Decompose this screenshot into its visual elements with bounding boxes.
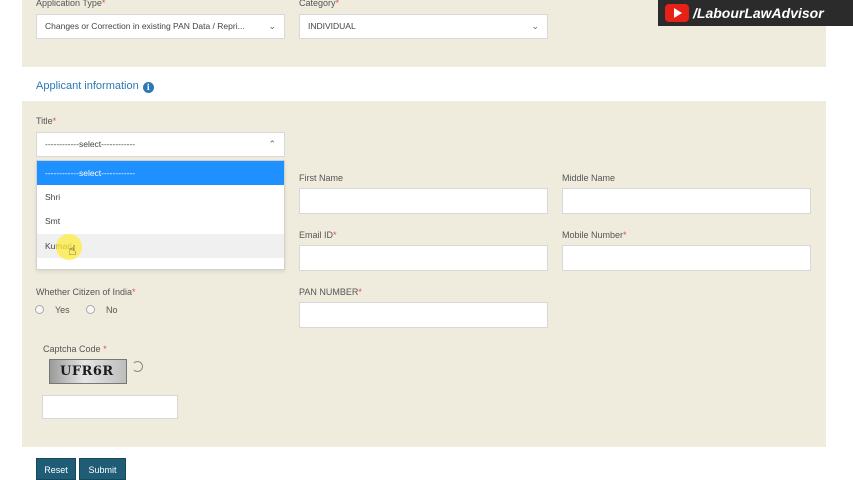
mobile-label: Mobile Number*	[562, 230, 627, 240]
captcha-label: Captcha Code *	[43, 344, 107, 354]
pan-input[interactable]	[299, 302, 548, 328]
middle-name-label: Middle Name	[562, 173, 616, 183]
first-name-label: First Name	[299, 173, 344, 183]
submit-button[interactable]: Submit	[79, 458, 126, 480]
refresh-icon[interactable]	[132, 361, 143, 372]
chevron-down-icon: ⌄	[268, 21, 276, 31]
chevron-up-icon: ⌃	[268, 139, 276, 149]
hand-cursor-icon: ☝	[68, 243, 77, 259]
chevron-down-icon: ⌄	[531, 21, 539, 31]
citizen-yes-radio[interactable]	[35, 305, 44, 314]
captcha-image: UFR6R	[49, 359, 127, 384]
info-icon[interactable]: i	[142, 82, 154, 93]
application-type-label: Application Type*	[36, 0, 106, 8]
email-label: Email ID*	[299, 230, 337, 240]
section-title: Applicant information i	[36, 80, 154, 93]
citizen-no-label: No	[106, 305, 118, 315]
category-select[interactable]: INDIVIDUAL ⌄	[299, 14, 548, 39]
dropdown-option-shri[interactable]: Shri	[37, 185, 284, 209]
reset-button[interactable]: Reset	[36, 458, 76, 480]
citizen-no-radio[interactable]	[86, 305, 95, 314]
citizen-yes-label: Yes	[55, 305, 70, 315]
dropdown-option-select[interactable]: ------------select------------	[37, 161, 284, 185]
pan-label: PAN NUMBER*	[299, 287, 362, 297]
citizen-label: Whether Citizen of India*	[36, 287, 136, 297]
title-select[interactable]: ------------select------------ ⌃	[36, 132, 285, 157]
dropdown-option-smt[interactable]: Smt	[37, 209, 284, 233]
category-label: Category*	[299, 0, 340, 8]
watermark-banner: /LabourLawAdvisor	[658, 0, 853, 26]
youtube-icon	[665, 4, 689, 22]
application-type-select[interactable]: Changes or Correction in existing PAN Da…	[36, 14, 285, 39]
first-name-input[interactable]	[299, 188, 548, 214]
middle-name-input[interactable]	[562, 188, 811, 214]
email-input[interactable]	[299, 245, 548, 271]
mobile-input[interactable]	[562, 245, 811, 271]
title-label: Title*	[36, 116, 57, 126]
captcha-input[interactable]	[42, 395, 178, 419]
watermark-text: /LabourLawAdvisor	[693, 5, 824, 21]
